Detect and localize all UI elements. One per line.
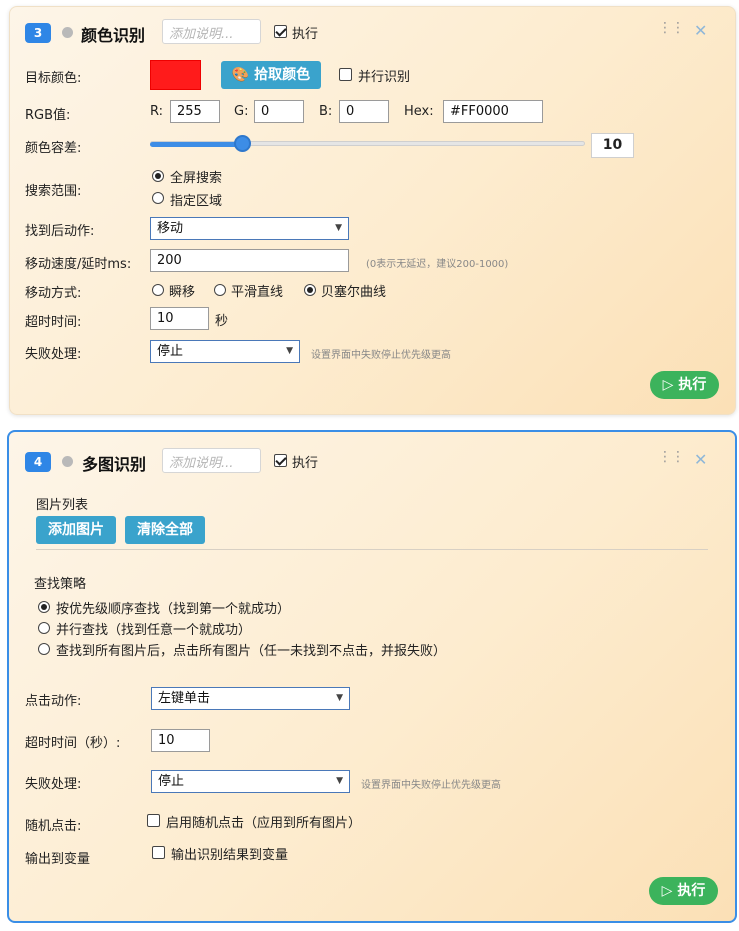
step-index-badge: 4	[25, 452, 51, 472]
move-instant-radio[interactable]	[152, 284, 164, 296]
play-icon: ▷	[661, 883, 673, 899]
hex-input[interactable]: #FF0000	[443, 100, 543, 123]
rgb-label: RGB值:	[25, 108, 71, 123]
tolerance-slider-thumb[interactable]	[234, 135, 251, 152]
status-dot	[62, 456, 73, 467]
search-fullscreen-label: 全屏搜索	[170, 171, 223, 186]
run-button[interactable]: ▷ 执行	[649, 877, 718, 905]
tolerance-slider-fill	[150, 142, 242, 147]
move-speed-label: 移动速度/延时ms:	[25, 257, 132, 272]
drag-handle-icon[interactable]: ⋮⋮	[658, 449, 685, 465]
parallel-recognition-label: 并行识别	[358, 70, 411, 85]
search-region-radio[interactable]	[152, 192, 164, 204]
close-icon[interactable]: ✕	[694, 450, 707, 469]
fail-hint: 设置界面中失败停止优先级更高	[311, 350, 451, 361]
chevron-down-icon: ▼	[336, 776, 343, 786]
move-instant-label: 瞬移	[169, 285, 196, 300]
r-input[interactable]: 255	[170, 100, 220, 123]
card-title: 颜色识别	[81, 26, 146, 45]
status-dot	[62, 27, 73, 38]
strategy-label: 查找策略	[34, 577, 87, 592]
search-range-label: 搜索范围:	[25, 184, 82, 199]
random-click-option-label: 启用随机点击（应用到所有图片）	[166, 816, 362, 831]
fail-select[interactable]: 停止 ▼	[150, 340, 300, 363]
output-var-label: 输出到变量	[25, 852, 91, 867]
b-label: B:	[319, 104, 333, 119]
r-label: R:	[150, 104, 164, 119]
execute-checkbox[interactable]	[274, 25, 287, 38]
timeout-label: 超时时间（秒）:	[25, 736, 121, 751]
g-label: G:	[234, 104, 249, 119]
move-bezier-radio[interactable]	[304, 284, 316, 296]
output-var-checkbox[interactable]	[152, 846, 165, 859]
play-icon: ▷	[662, 377, 674, 393]
move-speed-input[interactable]: 200	[150, 249, 349, 272]
fail-hint: 设置界面中失败停止优先级更高	[361, 780, 501, 791]
fail-select[interactable]: 停止 ▼	[151, 770, 350, 793]
pick-color-button[interactable]: 🎨 拾取颜色	[221, 61, 321, 89]
chevron-down-icon: ▼	[335, 223, 342, 233]
chevron-down-icon: ▼	[336, 693, 343, 703]
color-recognition-card: 3 颜色识别 添加说明... 执行 ⋮⋮ ✕ 目标颜色: 🎨 拾取颜色 并行识别…	[9, 6, 736, 415]
strategy-priority-label: 按优先级顺序查找（找到第一个就成功）	[56, 602, 291, 617]
execute-label: 执行	[292, 456, 319, 471]
after-found-label: 找到后动作:	[25, 224, 95, 239]
move-mode-label: 移动方式:	[25, 286, 82, 301]
step-index-badge: 3	[25, 23, 51, 43]
clear-all-button[interactable]: 清除全部	[125, 516, 205, 544]
divider	[36, 549, 708, 550]
target-color-label: 目标颜色:	[25, 71, 82, 86]
random-click-checkbox[interactable]	[147, 814, 160, 827]
move-speed-hint: (0表示无延迟，建议200-1000)	[366, 259, 509, 270]
hex-label: Hex:	[404, 104, 434, 119]
move-bezier-label: 贝塞尔曲线	[321, 285, 387, 300]
fail-label: 失败处理:	[25, 777, 82, 792]
run-button[interactable]: ▷ 执行	[650, 371, 719, 399]
add-image-button[interactable]: 添加图片	[36, 516, 116, 544]
chevron-down-icon: ▼	[286, 346, 293, 356]
strategy-all-radio[interactable]	[38, 643, 50, 655]
close-icon[interactable]: ✕	[694, 21, 707, 40]
click-action-select[interactable]: 左键单击 ▼	[151, 687, 350, 710]
click-action-label: 点击动作:	[25, 694, 82, 709]
execute-label: 执行	[292, 27, 319, 42]
g-input[interactable]: 0	[254, 100, 304, 123]
timeout-unit: 秒	[215, 314, 229, 329]
timeout-input[interactable]: 10	[150, 307, 209, 330]
tolerance-label: 颜色容差:	[25, 141, 82, 156]
move-line-radio[interactable]	[214, 284, 226, 296]
description-input[interactable]: 添加说明...	[162, 19, 261, 44]
fail-label: 失败处理:	[25, 347, 82, 362]
multi-image-recognition-card: 4 多图识别 添加说明... 执行 ⋮⋮ ✕ 图片列表 添加图片 清除全部 查找…	[7, 430, 737, 923]
after-found-select[interactable]: 移动 ▼	[150, 217, 349, 240]
search-region-label: 指定区域	[170, 194, 223, 209]
tolerance-value[interactable]: 10	[591, 133, 634, 158]
timeout-label: 超时时间:	[25, 315, 82, 330]
palette-icon: 🎨	[231, 67, 250, 83]
strategy-parallel-radio[interactable]	[38, 622, 50, 634]
move-line-label: 平滑直线	[231, 285, 284, 300]
execute-checkbox[interactable]	[274, 454, 287, 467]
image-list-label: 图片列表	[36, 498, 89, 513]
description-input[interactable]: 添加说明...	[162, 448, 261, 473]
strategy-parallel-label: 并行查找（找到任意一个就成功）	[56, 623, 252, 638]
strategy-all-label: 查找到所有图片后，点击所有图片（任一未找到不点击，并报失败）	[56, 644, 447, 659]
drag-handle-icon[interactable]: ⋮⋮	[658, 20, 685, 36]
timeout-input[interactable]: 10	[151, 729, 210, 752]
parallel-recognition-checkbox[interactable]	[339, 68, 352, 81]
target-color-swatch[interactable]	[150, 60, 201, 90]
card-title: 多图识别	[82, 455, 147, 474]
b-input[interactable]: 0	[339, 100, 389, 123]
strategy-priority-radio[interactable]	[38, 601, 50, 613]
output-var-option-label: 输出识别结果到变量	[171, 848, 289, 863]
random-click-label: 随机点击:	[25, 819, 82, 834]
search-fullscreen-radio[interactable]	[152, 170, 164, 182]
